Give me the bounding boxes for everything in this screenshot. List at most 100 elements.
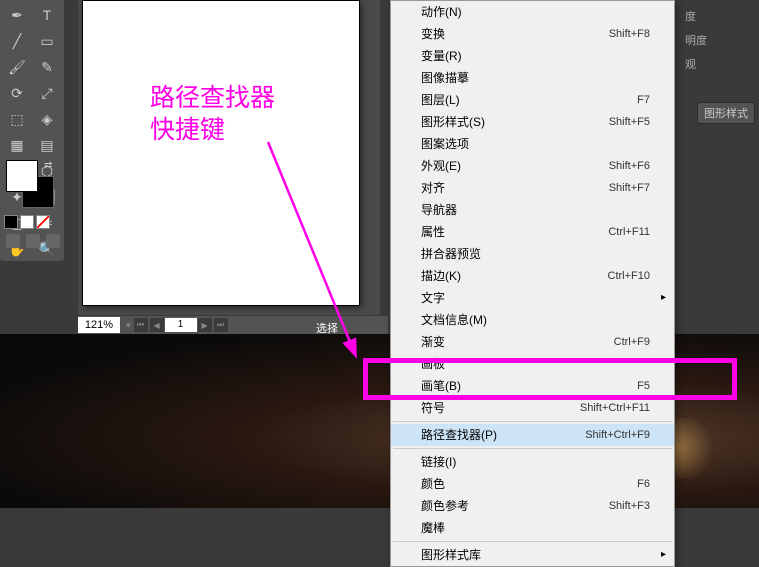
menu-item-label: 图层(L)	[421, 92, 460, 108]
menu-item-label: 文字	[421, 290, 445, 306]
menu-separator	[393, 448, 672, 449]
menu-item-shortcut: F7	[637, 92, 650, 108]
menu-item-label: 图形样式(S)	[421, 114, 485, 130]
menu-item-label: 图像描摹	[421, 70, 469, 86]
mini-swatch-color[interactable]	[4, 215, 18, 229]
color-swatch-area: ⇄	[4, 158, 60, 208]
menu-item-shortcut: Shift+Ctrl+F9	[585, 427, 650, 443]
annotation-line2: 快捷键	[150, 116, 225, 144]
menu-item-2[interactable]: 变量(R)	[391, 45, 674, 67]
menu-item-label: 颜色	[421, 476, 445, 492]
menu-item-shortcut: Ctrl+F10	[608, 268, 651, 284]
menu-item-14[interactable]: 文档信息(M)	[391, 309, 674, 331]
menu-item-shortcut: Shift+F6	[609, 158, 650, 174]
menu-item-label: 魔棒	[421, 520, 445, 536]
menu-item-6[interactable]: 图案选项	[391, 133, 674, 155]
menu-item-8[interactable]: 对齐 Shift+F7	[391, 177, 674, 199]
tool-scale[interactable]: ⤢	[33, 81, 61, 105]
menu-item-18[interactable]: 符号 Shift+Ctrl+F11	[391, 397, 674, 419]
menu-item-shortcut: F6	[637, 476, 650, 492]
tool-rect[interactable]: ▭	[33, 29, 61, 53]
nav-last-icon[interactable]: ⏭	[214, 318, 228, 332]
menu-item-label: 画笔(B)	[421, 378, 461, 394]
menu-item-label: 描边(K)	[421, 268, 461, 284]
annotation-line1: 路径查找器	[150, 84, 275, 112]
menu-item-shortcut: Shift+F3	[609, 498, 650, 514]
menu-item-label: 图案选项	[421, 136, 469, 152]
menu-item-label: 外观(E)	[421, 158, 461, 174]
menu-item-24[interactable]: 颜色参考 Shift+F3	[391, 495, 674, 517]
panel-item-brightness[interactable]: 度	[679, 4, 755, 28]
menu-item-16[interactable]: 画板	[391, 353, 674, 375]
tool-pen[interactable]: ✒	[3, 3, 31, 27]
mini-swatch-none[interactable]	[36, 215, 50, 229]
graphic-styles-tab[interactable]: 图形样式	[697, 102, 755, 124]
menu-item-label: 符号	[421, 400, 445, 416]
menu-item-1[interactable]: 变换 Shift+F8	[391, 23, 674, 45]
menu-item-label: 对齐	[421, 180, 445, 196]
tool-line[interactable]: ╱	[3, 29, 31, 53]
menu-item-label: 文档信息(M)	[421, 312, 487, 328]
menu-item-17[interactable]: 画笔(B) F5	[391, 375, 674, 397]
screen-mode-normal[interactable]	[6, 234, 20, 248]
tool-rotate[interactable]: ⟳	[3, 81, 31, 105]
menu-item-15[interactable]: 渐变 Ctrl+F9	[391, 331, 674, 353]
screen-mode-icons	[6, 234, 60, 248]
annotation-text: 路径查找器 快捷键	[150, 82, 275, 146]
nav-next-icon[interactable]: ▶	[198, 318, 212, 332]
menu-item-22[interactable]: 链接(I)	[391, 451, 674, 473]
menu-item-0[interactable]: 动作(N)	[391, 1, 674, 23]
menu-item-shortcut: Ctrl+F9	[614, 334, 650, 350]
tool-pencil[interactable]: ✎	[33, 55, 61, 79]
screen-mode-presentation[interactable]	[46, 234, 60, 248]
nav-prev-icon[interactable]: ◀	[150, 318, 164, 332]
menu-item-13[interactable]: 文字	[391, 287, 674, 309]
menu-item-27[interactable]: 图形样式库	[391, 544, 674, 566]
menu-item-11[interactable]: 拼合器预览	[391, 243, 674, 265]
menu-item-25[interactable]: 魔棒	[391, 517, 674, 539]
mini-swatch-gradient[interactable]	[20, 215, 34, 229]
screen-mode-full[interactable]	[26, 234, 40, 248]
page-input[interactable]: 1	[165, 318, 197, 332]
menu-item-shortcut: F5	[637, 378, 650, 394]
nav-first-icon[interactable]: ⏮	[134, 318, 148, 332]
menu-item-label: 图形样式库	[421, 547, 481, 563]
menu-item-4[interactable]: 图层(L) F7	[391, 89, 674, 111]
tool-text[interactable]: T	[33, 3, 61, 27]
menu-item-label: 变换	[421, 26, 445, 42]
panel-item-appearance[interactable]: 观	[679, 52, 755, 76]
menu-item-shortcut: Shift+F7	[609, 180, 650, 196]
menu-item-shortcut: Shift+F8	[609, 26, 650, 42]
menu-item-label: 路径查找器(P)	[421, 427, 497, 443]
tool-shapebuilder[interactable]: ◈	[33, 107, 61, 131]
menu-item-9[interactable]: 导航器	[391, 199, 674, 221]
zoom-dropdown-icon[interactable]: ▾	[126, 320, 131, 331]
menu-item-12[interactable]: 描边(K) Ctrl+F10	[391, 265, 674, 287]
artboard[interactable]	[82, 0, 360, 306]
menu-item-3[interactable]: 图像描摹	[391, 67, 674, 89]
menu-item-23[interactable]: 颜色 F6	[391, 473, 674, 495]
menu-separator	[393, 541, 672, 542]
tool-mesh[interactable]: ▦	[3, 133, 31, 157]
swap-colors-icon[interactable]: ⇄	[44, 160, 52, 171]
zoom-input[interactable]: 121%	[78, 317, 120, 333]
fill-color-swatch[interactable]	[6, 160, 38, 192]
menu-item-label: 变量(R)	[421, 48, 462, 64]
mini-swatch-row	[4, 215, 50, 229]
tool-gradient[interactable]: ▤	[33, 133, 61, 157]
menu-item-label: 渐变	[421, 334, 445, 350]
tool-width[interactable]: ⬚	[3, 107, 31, 131]
tool-brush[interactable]: 🖌	[3, 55, 31, 79]
menu-item-label: 属性	[421, 224, 445, 240]
menu-item-7[interactable]: 外观(E) Shift+F6	[391, 155, 674, 177]
panel-item-opacity[interactable]: 明度	[679, 28, 755, 52]
menu-item-label: 导航器	[421, 202, 457, 218]
menu-item-shortcut: Shift+F5	[609, 114, 650, 130]
menu-item-label: 颜色参考	[421, 498, 469, 514]
menu-item-label: 画板	[421, 356, 445, 372]
menu-item-label: 链接(I)	[421, 454, 456, 470]
menu-item-5[interactable]: 图形样式(S) Shift+F5	[391, 111, 674, 133]
menu-item-20[interactable]: 路径查找器(P) Shift+Ctrl+F9	[391, 424, 674, 446]
menu-item-shortcut: Shift+Ctrl+F11	[580, 400, 650, 416]
menu-item-10[interactable]: 属性Ctrl+F11	[391, 221, 674, 243]
